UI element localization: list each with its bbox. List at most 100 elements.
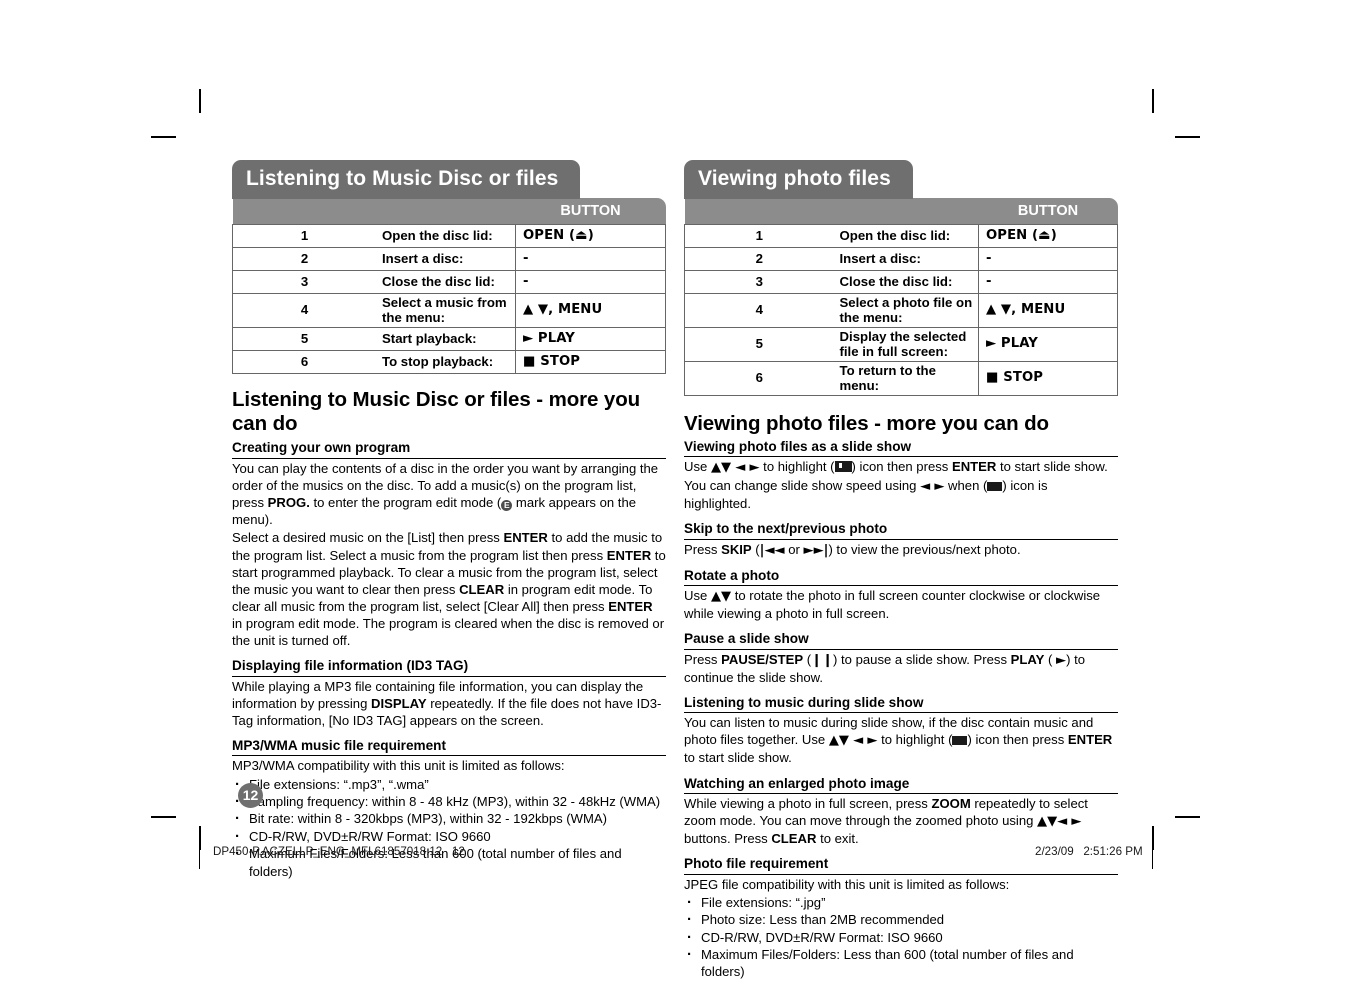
row-button: ► PLAY — [515, 326, 666, 351]
row-button: ► PLAY — [978, 326, 1118, 362]
row-button: ■ STOP — [978, 360, 1118, 396]
footer-rule-left — [199, 836, 201, 869]
column-header-description — [232, 197, 516, 225]
music-slide-show-icon — [952, 736, 968, 746]
mp3-wma-requirement-list: File extensions: “.mp3”, “.wma” Sampling… — [232, 775, 666, 880]
paragraph-rotate-photo: Use ▲▼ to rotate the photo in full scree… — [684, 588, 1101, 622]
footer-timestamp: 2/23/09 2:51:26 PM — [1035, 845, 1143, 858]
crop-mark-bottom-right-horizontal — [1175, 816, 1200, 818]
row-button: - — [515, 269, 666, 294]
row-number: 4 — [232, 292, 374, 328]
list-item: Bit rate: within 8 - 320kbps (MP3), with… — [232, 809, 666, 829]
paragraph-slide-show-2: You can change slide show speed using ◄ … — [684, 477, 1048, 512]
subheading-mp3-wma-requirement: MP3/WMA music file requirement — [232, 738, 666, 757]
paragraph-displaying-file-information: While playing a MP3 file containing file… — [232, 678, 662, 728]
table-row: 3 Close the disc lid: - — [232, 269, 666, 294]
list-item: Photo size: Less than 2MB recommended — [684, 910, 1118, 930]
left-section-heading: Listening to Music Disc or files - more … — [232, 387, 641, 435]
table-row: 4 Select a music from the menu: ▲ ▼, MEN… — [232, 292, 666, 328]
row-number: 4 — [684, 292, 832, 328]
right-section-heading: Viewing photo files - more you can do — [684, 411, 1049, 435]
paragraph-photo-requirement-intro: JPEG file compatibility with this unit i… — [684, 876, 1010, 892]
column-header-button: BUTTON — [978, 197, 1118, 225]
table-header-row: BUTTON — [232, 197, 666, 225]
row-number: 3 — [684, 269, 832, 294]
crop-mark-top-right-horizontal — [1175, 136, 1200, 138]
row-button: ▲ ▼, MENU — [978, 292, 1118, 328]
row-description: Select a photo file on the menu: — [831, 292, 979, 328]
slide-show-icon — [834, 460, 852, 472]
row-description: Close the disc lid: — [831, 269, 979, 294]
list-item: File extensions: “.jpg” — [684, 893, 1118, 913]
list-item: Sampling frequency: within 8 - 48 kHz (M… — [232, 792, 666, 812]
left-column: Listening to Music Disc or files BUTTON … — [232, 160, 666, 880]
paragraph-creating-program-2: Select a desired music on the [List] the… — [232, 530, 666, 649]
row-number: 5 — [684, 326, 832, 362]
list-item: CD-R/RW, DVD±R/RW Format: ISO 9660 — [684, 928, 1118, 948]
row-description: To stop playback: — [374, 349, 516, 374]
table-row: 5 Start playback: ► PLAY — [232, 326, 666, 351]
row-button: - — [515, 246, 666, 271]
program-edit-e-icon: E — [501, 500, 513, 512]
crop-mark-top-left-vertical — [199, 89, 201, 113]
row-description: Insert a disc: — [831, 246, 979, 271]
paragraph-enlarged-photo: While viewing a photo in full screen, pr… — [684, 795, 1088, 847]
column-header-button: BUTTON — [515, 197, 666, 225]
table-row: 1 Open the disc lid: OPEN (⏏) — [684, 223, 1118, 248]
footer-rule-right — [1152, 836, 1154, 869]
row-description: Insert a disc: — [374, 246, 516, 271]
paragraph-listening-during-slide-show: You can listen to music during slide sho… — [684, 715, 1113, 766]
row-number: 1 — [232, 223, 374, 248]
row-number: 2 — [684, 246, 832, 271]
crop-mark-top-right-vertical — [1152, 89, 1154, 113]
viewing-photo-files-table: BUTTON 1 Open the disc lid: OPEN (⏏) 2 I… — [684, 197, 1118, 396]
listening-to-music-banner: Listening to Music Disc or files BUTTON … — [232, 160, 666, 374]
paragraph-slide-show-1: Use ▲▼ ◄ ► to highlight () icon then pre… — [684, 458, 1108, 475]
paragraph-skip-photo: Press SKIP (|◄◄ or ►►|) to view the prev… — [684, 541, 1021, 558]
paragraph-creating-program-1: You can play the contents of a disc in t… — [232, 460, 659, 528]
row-number: 5 — [232, 326, 374, 351]
subheading-creating-your-own-program: Creating your own program — [232, 440, 666, 459]
subheading-slide-show: Viewing photo files as a slide show — [684, 439, 1118, 457]
table-row: 2 Insert a disc: - — [232, 246, 666, 271]
row-description: To return to the menu: — [831, 360, 979, 396]
row-number: 6 — [684, 360, 832, 396]
table-row: 4 Select a photo file on the menu: ▲ ▼, … — [684, 292, 1118, 328]
row-description: Close the disc lid: — [374, 269, 516, 294]
subheading-pause-slide-show: Pause a slide show — [684, 631, 1118, 650]
row-button: - — [978, 269, 1118, 294]
row-description: Open the disc lid: — [831, 223, 979, 248]
row-button: OPEN (⏏) — [978, 223, 1118, 248]
row-number: 2 — [232, 246, 374, 271]
viewing-photo-files-title: Viewing photo files — [684, 160, 913, 199]
row-button: ▲ ▼, MENU — [515, 292, 666, 328]
page-number-badge: 12 — [238, 783, 263, 808]
list-item: CD-R/RW, DVD±R/RW Format: ISO 9660 — [232, 827, 666, 847]
column-header-description — [684, 197, 979, 225]
list-item: File extensions: “.mp3”, “.wma” — [232, 775, 666, 795]
listening-to-music-table: BUTTON 1 Open the disc lid: OPEN (⏏) 2 I… — [232, 197, 666, 374]
row-button: - — [978, 246, 1118, 271]
row-button: OPEN (⏏) — [515, 223, 666, 248]
table-row: 6 To stop playback: ■ STOP — [232, 349, 666, 374]
table-header-row: BUTTON — [684, 197, 1118, 225]
row-number: 3 — [232, 269, 374, 294]
manual-page: Listening to Music Disc or files BUTTON … — [0, 0, 1351, 979]
viewing-photo-files-banner: Viewing photo files BUTTON 1 Open the di… — [684, 160, 1118, 396]
row-description: Select a music from the menu: — [374, 292, 516, 328]
paragraph-mp3-wma-intro: MP3/WMA compatibility with this unit is … — [232, 758, 565, 774]
subheading-photo-file-requirement: Photo file requirement — [684, 856, 1118, 875]
list-item: Maximum Files/Folders: Less than 600 (to… — [684, 945, 1118, 981]
footer-filename: DP450-P.ACZELLP_ENG_MFL61857018.12 12 — [213, 845, 465, 858]
row-description: Start playback: — [374, 326, 516, 351]
table-row: 5 Display the selected file in full scre… — [684, 326, 1118, 362]
row-description: Open the disc lid: — [374, 223, 516, 248]
table-row: 6 To return to the menu: ■ STOP — [684, 360, 1118, 396]
paragraph-pause-slide-show: Press PAUSE/STEP (❙❙) to pause a slide s… — [684, 651, 1085, 685]
subheading-enlarged-photo: Watching an enlarged photo image — [684, 776, 1118, 794]
crop-mark-bottom-left-horizontal — [151, 816, 176, 818]
subheading-listening-during-slide-show: Listening to music during slide show — [684, 695, 1118, 714]
row-number: 1 — [684, 223, 832, 248]
subheading-skip-photo: Skip to the next/previous photo — [684, 521, 1118, 540]
row-number: 6 — [232, 349, 374, 374]
